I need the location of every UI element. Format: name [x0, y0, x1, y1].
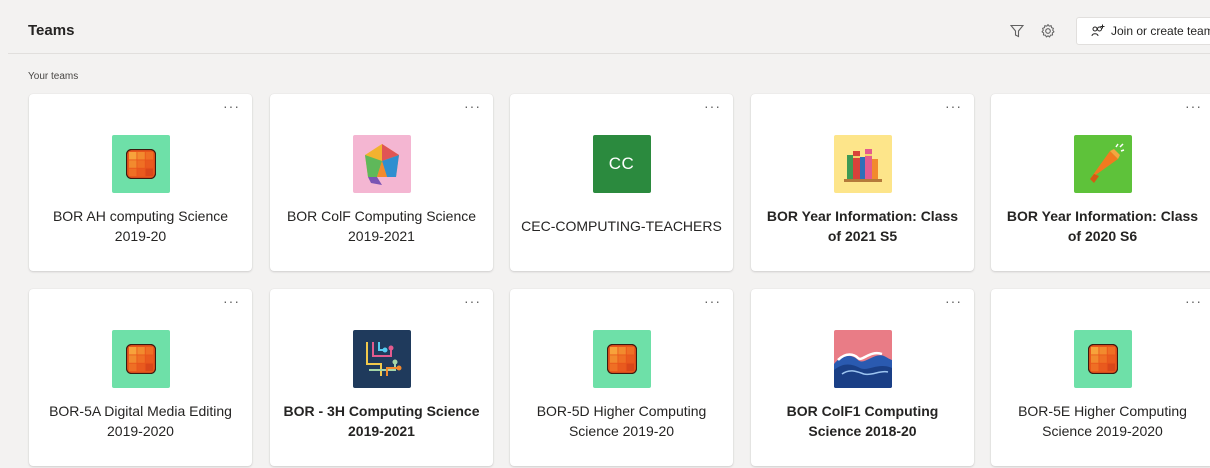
team-card[interactable]: ··· BOR AH computing Science 2019-20 — [29, 94, 252, 271]
books-icon — [833, 135, 892, 193]
team-card[interactable]: ··· BOR-5D Higher Computing Science 2019… — [510, 289, 733, 466]
more-options-button[interactable]: ··· — [1185, 293, 1202, 309]
team-card[interactable]: ··· BOR Year Information: Class of 2020 … — [991, 94, 1210, 271]
team-initials: CC — [608, 154, 635, 173]
more-options-button[interactable]: ··· — [945, 98, 962, 114]
team-name: BOR Year Information: Class of 2020 S6 — [1006, 208, 1199, 244]
initials-icon: CC — [592, 135, 651, 193]
team-name: BOR Year Information: Class of 2021 S5 — [766, 208, 959, 244]
megaphone-icon — [1073, 135, 1132, 193]
team-name: BOR AH computing Science 2019-20 — [52, 208, 229, 244]
team-card[interactable]: ··· BOR Year Information: Class of 2021 … — [751, 94, 974, 271]
team-name: BOR-5D Higher Computing Science 2019-20 — [536, 403, 707, 439]
orange-grid-icon — [1073, 330, 1132, 388]
more-options-button[interactable]: ··· — [704, 98, 721, 114]
team-card[interactable]: ··· CC CEC-COMPUTING-TEACHERS — [510, 94, 733, 271]
more-options-button[interactable]: ··· — [1185, 98, 1202, 114]
team-card[interactable]: ··· BOR ColF Computing Science 2019-2021 — [270, 94, 493, 271]
team-name: BOR-5E Higher Computing Science 2019-202… — [1018, 403, 1187, 439]
dodecahedron-icon — [352, 135, 411, 193]
more-options-button[interactable]: ··· — [945, 293, 962, 309]
team-name: BOR ColF1 Computing Science 2018-20 — [786, 403, 939, 439]
more-options-button[interactable]: ··· — [704, 293, 721, 309]
more-options-button[interactable]: ··· — [223, 98, 240, 114]
team-name: BOR-5A Digital Media Editing 2019-2020 — [49, 403, 232, 439]
more-options-button[interactable]: ··· — [464, 293, 481, 309]
orange-grid-icon — [111, 330, 170, 388]
orange-grid-icon — [592, 330, 651, 388]
wave-icon — [833, 330, 892, 388]
teams-grid: ··· BOR AH computing Science 2019-20 ···… — [0, 0, 1210, 468]
orange-grid-icon — [111, 135, 170, 193]
team-card[interactable]: ··· BOR - 3H Computing Science 2019-2021 — [270, 289, 493, 466]
team-card[interactable]: ··· BOR ColF1 Computing Science 2018-20 — [751, 289, 974, 466]
more-options-button[interactable]: ··· — [464, 98, 481, 114]
team-card[interactable]: ··· BOR-5E Higher Computing Science 2019… — [991, 289, 1210, 466]
more-options-button[interactable]: ··· — [223, 293, 240, 309]
circuit-icon — [352, 330, 411, 388]
team-card[interactable]: ··· BOR-5A Digital Media Editing 2019-20… — [29, 289, 252, 466]
team-name: BOR ColF Computing Science 2019-2021 — [286, 208, 477, 244]
team-name: CEC-COMPUTING-TEACHERS — [521, 218, 722, 234]
team-name: BOR - 3H Computing Science 2019-2021 — [283, 403, 480, 439]
